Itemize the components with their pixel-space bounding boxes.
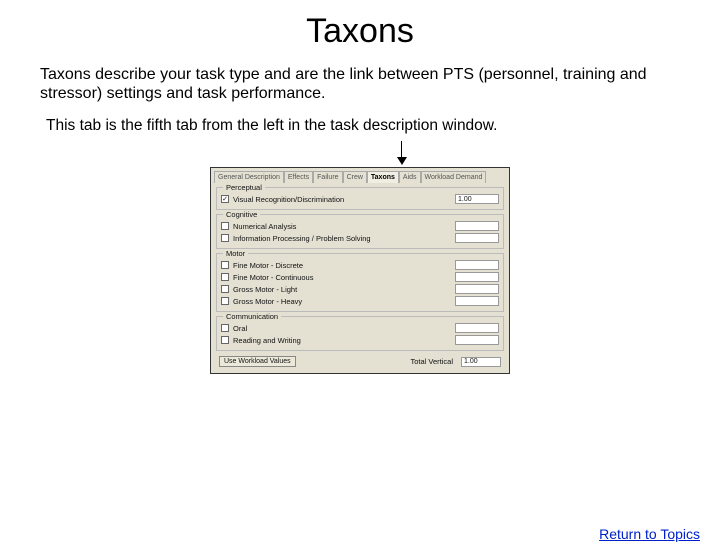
label-oral: Oral (233, 324, 247, 333)
checkbox-readwrite[interactable] (221, 336, 229, 344)
group-perceptual: Perceptual Visual Recognition/Discrimina… (216, 187, 504, 210)
row-gross-heavy: Gross Motor - Heavy (221, 296, 499, 306)
checkbox-gross-light[interactable] (221, 285, 229, 293)
label-gross-heavy: Gross Motor - Heavy (233, 297, 302, 306)
row-fine-discrete: Fine Motor - Discrete (221, 260, 499, 270)
label-gross-light: Gross Motor - Light (233, 285, 297, 294)
tab-failure[interactable]: Failure (313, 171, 342, 183)
dialog-bottom: Use Workload Values Total Vertical 1.00 (211, 353, 509, 369)
checkbox-fine-discrete[interactable] (221, 261, 229, 269)
value-infoproc[interactable] (455, 233, 499, 243)
row-readwrite: Reading and Writing (221, 335, 499, 345)
tab-general[interactable]: General Description (214, 171, 284, 183)
group-motor: Motor Fine Motor - Discrete Fine Motor -… (216, 253, 504, 312)
checkbox-numerical[interactable] (221, 222, 229, 230)
label-fine-discrete: Fine Motor - Discrete (233, 261, 303, 270)
row-gross-light: Gross Motor - Light (221, 284, 499, 294)
task-dialog: General Description Effects Failure Crew… (210, 167, 510, 374)
tab-workload[interactable]: Workload Demand (421, 171, 487, 183)
value-gross-light[interactable] (455, 284, 499, 294)
total-value: 1.00 (461, 357, 501, 367)
group-title-communication: Communication (223, 312, 281, 321)
checkbox-oral[interactable] (221, 324, 229, 332)
checkbox-infoproc[interactable] (221, 234, 229, 242)
total-label: Total Vertical (410, 357, 453, 366)
value-fine-discrete[interactable] (455, 260, 499, 270)
group-title-perceptual: Perceptual (223, 183, 265, 192)
row-visual-recognition: Visual Recognition/Discrimination 1.00 (221, 194, 499, 204)
value-numerical[interactable] (455, 221, 499, 231)
tab-bar: General Description Effects Failure Crew… (211, 168, 509, 183)
use-workload-button[interactable]: Use Workload Values (219, 356, 296, 367)
label-readwrite: Reading and Writing (233, 336, 301, 345)
label-infoproc: Information Processing / Problem Solving (233, 234, 371, 243)
checkbox-fine-cont[interactable] (221, 273, 229, 281)
row-oral: Oral (221, 323, 499, 333)
page-title: Taxons (0, 12, 720, 51)
tab-crew[interactable]: Crew (343, 171, 367, 183)
checkbox-gross-heavy[interactable] (221, 297, 229, 305)
tab-aids[interactable]: Aids (399, 171, 421, 183)
group-cognitive: Cognitive Numerical Analysis Information… (216, 214, 504, 249)
subintro-text: This tab is the fifth tab from the left … (46, 117, 680, 135)
tab-taxons[interactable]: Taxons (367, 171, 399, 183)
intro-text: Taxons describe your task type and are t… (40, 65, 680, 103)
value-fine-cont[interactable] (455, 272, 499, 282)
row-infoproc: Information Processing / Problem Solving (221, 233, 499, 243)
label-numerical: Numerical Analysis (233, 222, 296, 231)
checkbox-visual-recognition[interactable] (221, 195, 229, 203)
value-oral[interactable] (455, 323, 499, 333)
row-numerical: Numerical Analysis (221, 221, 499, 231)
value-gross-heavy[interactable] (455, 296, 499, 306)
label-fine-cont: Fine Motor - Continuous (233, 273, 313, 282)
arrow-indicator (0, 141, 720, 167)
group-title-motor: Motor (223, 249, 248, 258)
group-communication: Communication Oral Reading and Writing (216, 316, 504, 351)
group-title-cognitive: Cognitive (223, 210, 260, 219)
tab-effects[interactable]: Effects (284, 171, 313, 183)
label-visual-recognition: Visual Recognition/Discrimination (233, 195, 344, 204)
value-readwrite[interactable] (455, 335, 499, 345)
row-fine-cont: Fine Motor - Continuous (221, 272, 499, 282)
value-visual-recognition[interactable]: 1.00 (455, 194, 499, 204)
